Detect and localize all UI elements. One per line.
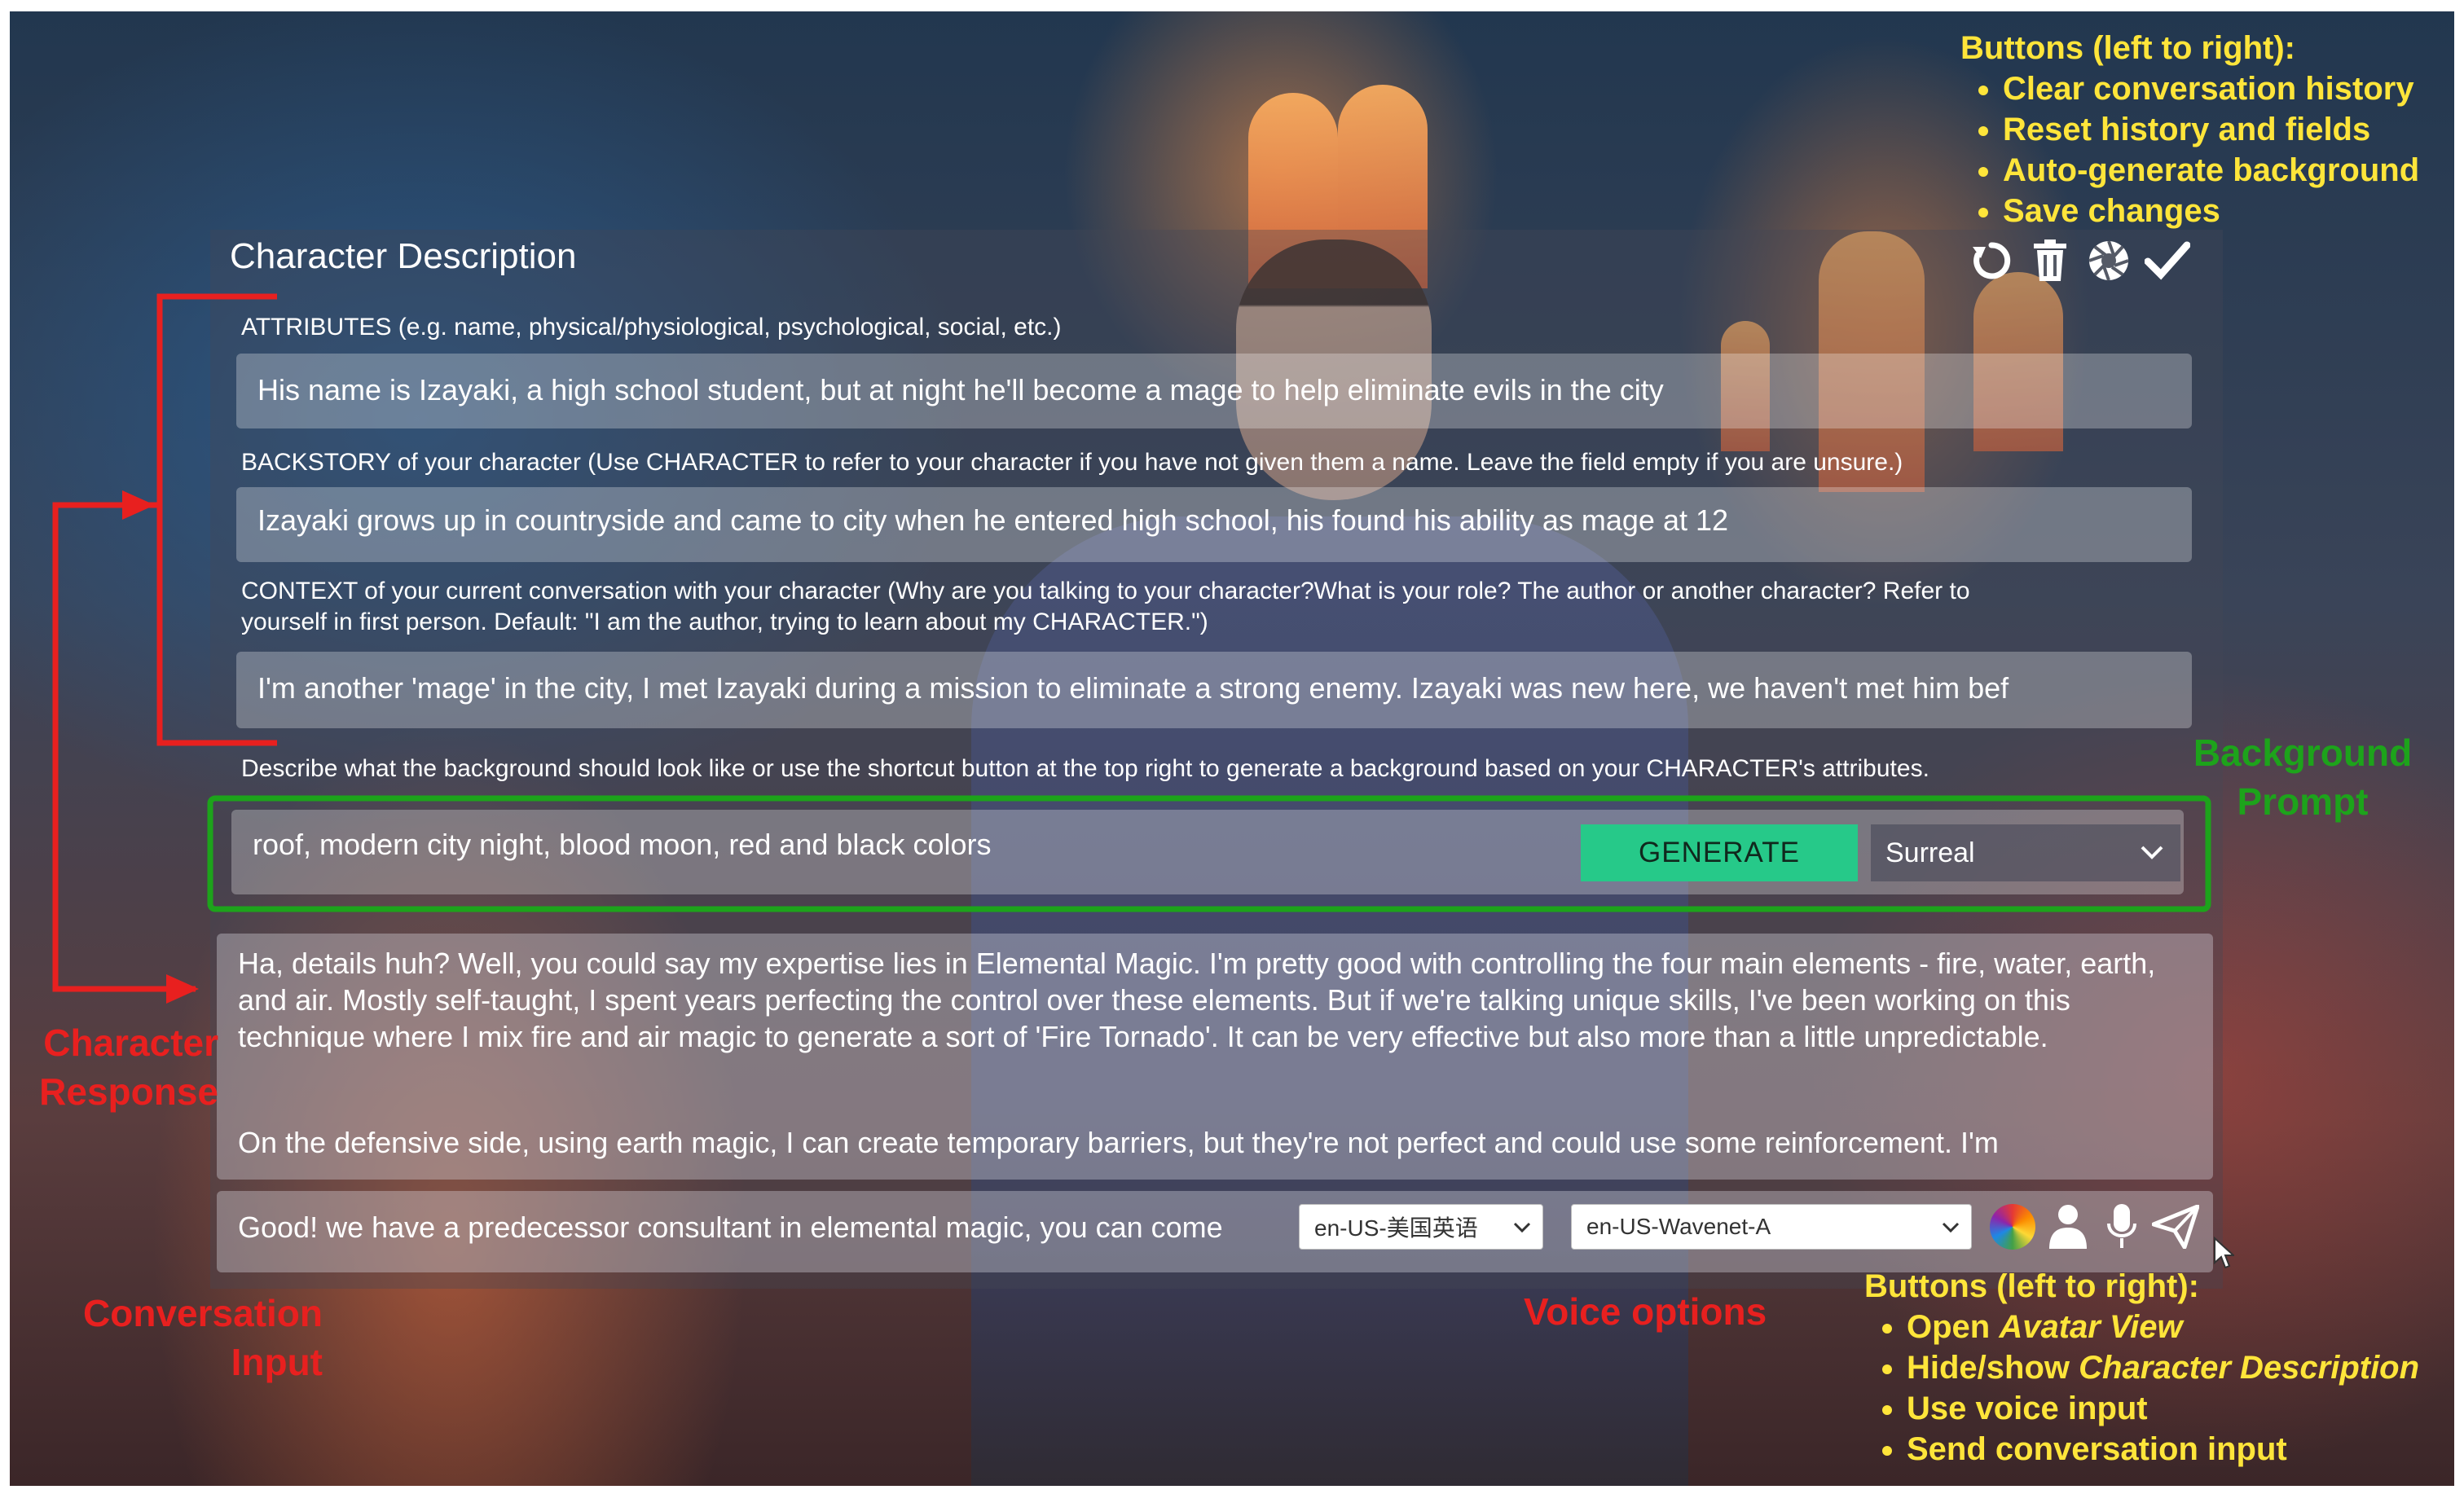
clear-conversation-icon[interactable] [1967,236,2016,285]
style-select[interactable]: Surreal [1871,824,2180,881]
avatar-view-button[interactable] [1988,1202,2037,1251]
reset-trash-icon[interactable] [2026,236,2075,285]
chevron-down-icon [2141,846,2163,859]
response-paragraph-1: Ha, details huh? Well, you could say my … [238,947,2156,1053]
attributes-label: ATTRIBUTES (e.g. name, physical/physiolo… [241,314,1062,341]
bottom-buttons-heading: Buttons (left to right): [1864,1268,2199,1304]
annotation-item: Save changes [2003,191,2419,231]
annotation-line: Conversation [83,1292,323,1334]
language-select-value: en-US-美国英语 [1314,1215,1478,1241]
language-select[interactable]: en-US-美国英语 [1299,1204,1543,1250]
aperture-icon [2088,240,2129,281]
annotation-item: Clear conversation history [2003,68,2419,109]
context-field[interactable]: I'm another 'mage' in the city, I met Iz… [236,652,2192,728]
color-wheel-icon [1990,1204,2035,1250]
background-label: Describe what the background should look… [241,755,1929,782]
annotation-line: Background [2193,732,2413,774]
attributes-value: His name is Izayaki, a high school stude… [257,373,1664,406]
person-icon [2049,1205,2087,1249]
annotation-line: Input [231,1341,323,1383]
panel-title: Character Description [230,236,577,276]
save-check-icon[interactable] [2143,236,2192,285]
conversation-input-value: Good! we have a predecessor consultant i… [238,1211,1223,1244]
annotation-item: Open Avatar View [1907,1307,2419,1347]
backstory-label: BACKSTORY of your character (Use CHARACT… [241,449,1903,476]
annotation-line: Prompt [2237,780,2369,823]
annotation-line: Response [39,1070,218,1113]
send-button[interactable] [2151,1202,2200,1251]
chevron-down-icon [1942,1222,1960,1233]
top-buttons-annotation: Buttons (left to right): Clear conversat… [1960,28,2419,231]
refresh-icon [1973,242,2011,279]
annotation-item: Hide/show Character Description [1907,1347,2419,1388]
annotation-text: Hide/show [1907,1350,2079,1386]
attributes-field[interactable]: His name is Izayaki, a high school stude… [236,354,2192,428]
annotation-item: Send conversation input [1907,1429,2419,1470]
backstory-value: Izayaki grows up in countryside and came… [257,503,1729,537]
background-prompt-value: roof, modern city night, blood moon, red… [253,828,992,861]
annotation-item: Use voice input [1907,1388,2419,1429]
annotation-item: Reset history and fields [2003,109,2419,150]
annotation-text: Send conversation input [1907,1431,2287,1467]
character-response-box: Ha, details huh? Well, you could say my … [217,934,2213,1180]
voice-options-annotation: Voice options [1524,1290,1767,1333]
annotation-text: Use voice input [1907,1391,2148,1426]
chevron-down-icon [1513,1222,1531,1233]
background-prompt-annotation: Background Prompt [2172,728,2433,826]
voice-select[interactable]: en-US-Wavenet-A [1571,1204,1972,1250]
trash-icon [2034,239,2066,281]
top-buttons-heading: Buttons (left to right): [1960,30,2295,66]
annotation-text: Open [1907,1309,2000,1345]
auto-generate-background-icon[interactable] [2084,236,2133,285]
send-icon [2152,1205,2199,1249]
bottom-buttons-annotation: Buttons (left to right): Open Avatar Vie… [1864,1266,2419,1470]
mouse-cursor-icon [2214,1237,2234,1269]
response-paragraph-2: On the defensive side, using earth magic… [238,1126,1999,1159]
voice-select-value: en-US-Wavenet-A [1586,1214,1771,1239]
annotation-emph: Character Description [2079,1350,2420,1386]
annotation-emph: Avatar View [1999,1309,2183,1345]
toggle-description-button[interactable] [2044,1202,2092,1251]
context-label-line2: yourself in first person. Default: "I am… [241,609,1208,635]
backstory-field[interactable]: Izayaki grows up in countryside and came… [236,487,2192,562]
annotation-line: Character [43,1022,218,1064]
character-response-annotation: Character Response [23,1018,218,1116]
context-value: I'm another 'mage' in the city, I met Iz… [257,671,2009,705]
generate-button[interactable]: GENERATE [1581,824,1858,881]
conversation-input-annotation: Conversation Input [62,1289,323,1386]
style-select-value: Surreal [1885,837,1975,868]
voice-input-button[interactable] [2097,1202,2146,1251]
context-label-line1: CONTEXT of your current conversation wit… [241,578,1970,604]
microphone-icon [2107,1204,2136,1248]
annotation-item: Auto-generate background [2003,150,2419,191]
checkmark-icon [2145,241,2190,280]
